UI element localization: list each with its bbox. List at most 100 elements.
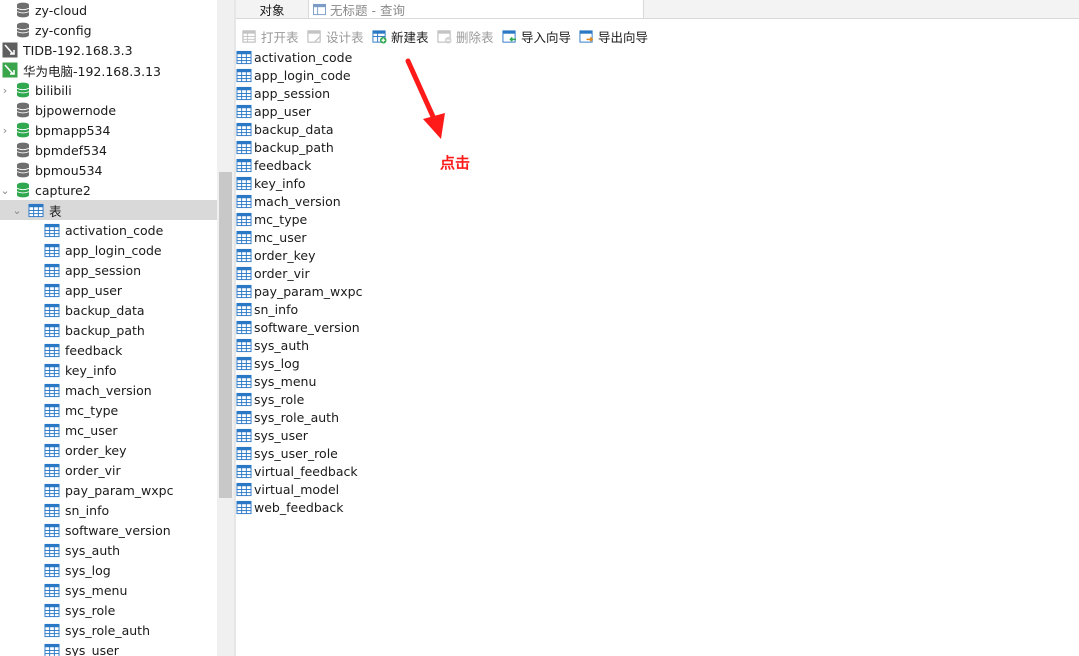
object-list-item[interactable]: sys_role_auth <box>236 408 339 426</box>
tree-table-app_session[interactable]: app_session <box>0 260 217 280</box>
tree-table-backup_path[interactable]: backup_path <box>0 320 217 340</box>
chevron-down-icon[interactable]: ⌄ <box>12 200 22 220</box>
object-list-item[interactable]: sys_user_role <box>236 444 338 462</box>
object-list-item[interactable]: web_feedback <box>236 498 344 516</box>
export-wizard-button[interactable]: 导出向导 <box>579 27 648 45</box>
tree-db-bjpowernode[interactable]: bjpowernode <box>0 100 217 120</box>
tree-item-label: order_vir <box>65 462 121 478</box>
table-icon <box>236 158 252 172</box>
tree-item-label: software_version <box>65 522 171 538</box>
tree-table-order_key[interactable]: order_key <box>0 440 217 460</box>
tree-table-sys_user[interactable]: sys_user <box>0 640 217 656</box>
object-list-item[interactable]: sys_user <box>236 426 308 444</box>
import-wizard-button[interactable]: 导入向导 <box>502 27 571 45</box>
object-list-item[interactable]: order_vir <box>236 264 310 282</box>
object-name: virtual_model <box>254 481 340 497</box>
tree-table-mc_type[interactable]: mc_type <box>0 400 217 420</box>
tree-table-app_user[interactable]: app_user <box>0 280 217 300</box>
tree-item-zy-config[interactable]: zy-config <box>0 20 217 40</box>
tree-db-bilibili[interactable]: › bilibili <box>0 80 217 100</box>
open-table-icon <box>242 29 256 43</box>
object-list-item[interactable]: sys_menu <box>236 372 316 390</box>
tree-table-feedback[interactable]: feedback <box>0 340 217 360</box>
database-gray-icon <box>16 2 30 18</box>
open-table-button[interactable]: 打开表 <box>242 27 299 45</box>
tree-table-mc_user[interactable]: mc_user <box>0 420 217 440</box>
tree-table-sys_role_auth[interactable]: sys_role_auth <box>0 620 217 640</box>
tree-table-app_login_code[interactable]: app_login_code <box>0 240 217 260</box>
chevron-down-icon[interactable]: ⌄ <box>0 180 10 200</box>
table-icon <box>236 230 252 244</box>
object-name: virtual_feedback <box>254 463 358 479</box>
tree-table-sn_info[interactable]: sn_info <box>0 500 217 520</box>
tree-table-mach_version[interactable]: mach_version <box>0 380 217 400</box>
object-toolbar: 打开表 设计表 新建表 删除表 导入向导 导出向导 <box>236 19 1079 53</box>
tree-db-bpmdef534[interactable]: bpmdef534 <box>0 140 217 160</box>
delete-table-button[interactable]: 删除表 <box>437 27 494 45</box>
tree-item-label: feedback <box>65 342 123 358</box>
tree-tables-node[interactable]: ⌄ 表 <box>0 200 217 220</box>
tree-table-sys_menu[interactable]: sys_menu <box>0 580 217 600</box>
object-list-item[interactable]: mach_version <box>236 192 341 210</box>
new-table-button[interactable]: 新建表 <box>372 27 429 45</box>
tree-table-backup_data[interactable]: backup_data <box>0 300 217 320</box>
tree-db-bpmou534[interactable]: bpmou534 <box>0 160 217 180</box>
object-list-item[interactable]: mc_type <box>236 210 307 228</box>
tree-table-sys_auth[interactable]: sys_auth <box>0 540 217 560</box>
object-list-item[interactable]: virtual_model <box>236 480 339 498</box>
object-list-item[interactable]: activation_code <box>236 48 352 66</box>
tree-table-activation_code[interactable]: activation_code <box>0 220 217 240</box>
tree-db-capture2[interactable]: ⌄ capture2 <box>0 180 217 200</box>
object-list-item[interactable]: order_key <box>236 246 315 264</box>
tree-server-0[interactable]: TIDB-192.168.3.3 <box>0 40 217 60</box>
table-icon <box>236 374 252 388</box>
tree-db-bpmapp534[interactable]: › bpmapp534 <box>0 120 217 140</box>
tab-objects[interactable]: 对象 <box>236 0 308 18</box>
tree-item-label: backup_data <box>65 302 145 318</box>
tree-item-label: app_user <box>65 282 123 298</box>
object-list-item[interactable]: app_user <box>236 102 311 120</box>
object-name: software_version <box>254 319 360 335</box>
object-list-item[interactable]: mc_user <box>236 228 307 246</box>
object-list-item[interactable]: pay_param_wxpc <box>236 282 363 300</box>
export-wizard-label: 导出向导 <box>598 29 649 45</box>
tree-item-zy-cloud[interactable]: zy-cloud <box>0 0 217 20</box>
tree-table-sys_role[interactable]: sys_role <box>0 600 217 620</box>
tab-query[interactable]: 无标题 - 查询 <box>308 0 644 18</box>
object-list-item[interactable]: sys_log <box>236 354 300 372</box>
table-icon <box>236 338 252 352</box>
chevron-right-icon[interactable]: › <box>0 120 10 140</box>
tree-item-label: bjpowernode <box>35 102 117 118</box>
object-name: order_vir <box>254 265 310 281</box>
object-list-item[interactable]: app_login_code <box>236 66 351 84</box>
object-list-item[interactable]: backup_data <box>236 120 334 138</box>
object-list-item[interactable]: software_version <box>236 318 360 336</box>
object-name: mc_type <box>254 211 308 227</box>
object-list-item[interactable]: feedback <box>236 156 311 174</box>
tree-table-key_info[interactable]: key_info <box>0 360 217 380</box>
object-list-item[interactable]: sys_role <box>236 390 304 408</box>
design-table-button[interactable]: 设计表 <box>307 27 364 45</box>
chevron-right-icon[interactable]: › <box>0 80 10 100</box>
tree-server-1[interactable]: 华为电脑-192.168.3.13 <box>0 60 217 80</box>
object-name: pay_param_wxpc <box>254 283 363 299</box>
object-name: feedback <box>254 157 312 173</box>
object-list-item[interactable]: sn_info <box>236 300 298 318</box>
tree-table-sys_log[interactable]: sys_log <box>0 560 217 580</box>
object-list-item[interactable]: backup_path <box>236 138 334 156</box>
object-list-item[interactable]: key_info <box>236 174 306 192</box>
tree-table-order_vir[interactable]: order_vir <box>0 460 217 480</box>
import-icon <box>502 29 517 43</box>
tree-table-pay_param_wxpc[interactable]: pay_param_wxpc <box>0 480 217 500</box>
object-list-item[interactable]: sys_auth <box>236 336 309 354</box>
tree-table-software_version[interactable]: software_version <box>0 520 217 540</box>
object-list-item[interactable]: virtual_feedback <box>236 462 358 480</box>
tree-item-label: bilibili <box>35 82 72 98</box>
object-name: backup_data <box>254 121 334 137</box>
object-list-item[interactable]: app_session <box>236 84 330 102</box>
tree-scrollbar-thumb[interactable] <box>219 172 232 498</box>
tree-item-label: sys_log <box>65 562 111 578</box>
table-icon <box>44 483 60 497</box>
server-connection-green-icon <box>2 62 18 78</box>
